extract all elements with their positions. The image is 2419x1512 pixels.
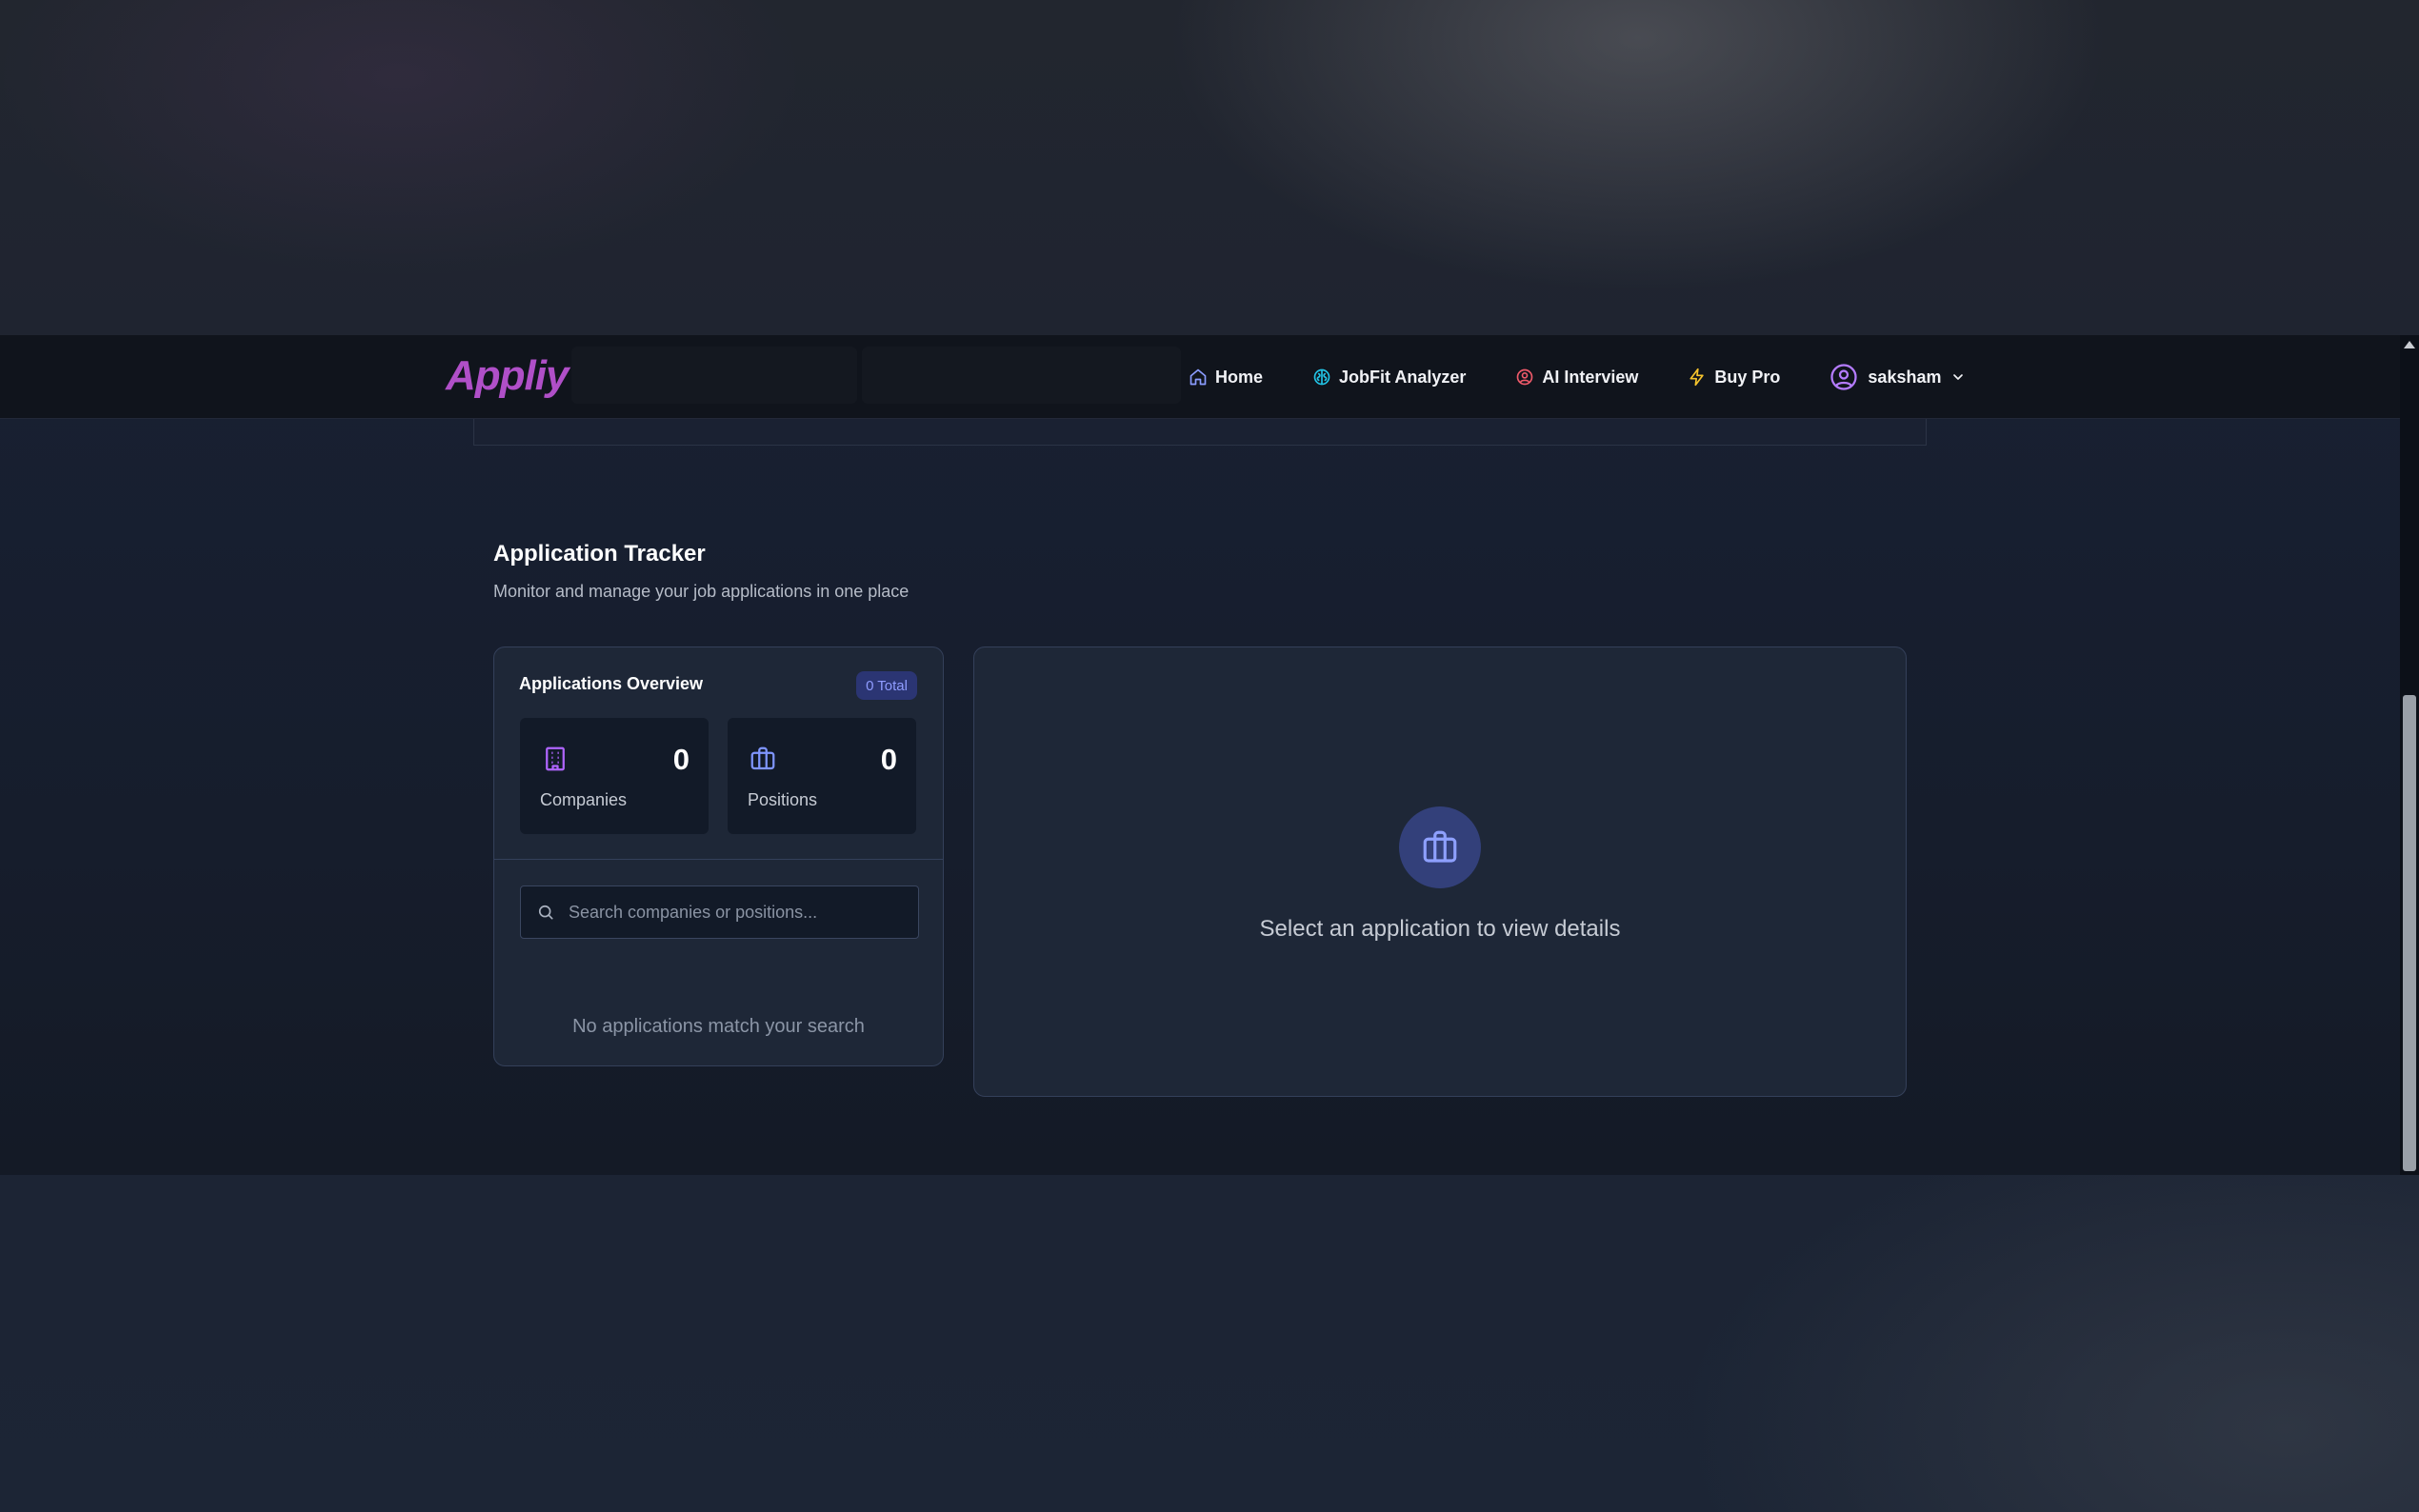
- building-icon: [546, 746, 565, 771]
- no-results-message: No applications match your search: [572, 1016, 865, 1037]
- nav-jobfit-label: JobFit Analyzer: [1339, 367, 1467, 387]
- companies-stat: 0 Companies: [520, 718, 709, 834]
- divider: [494, 859, 943, 860]
- vertical-scrollbar[interactable]: [2400, 335, 2419, 1175]
- positions-label: Positions: [748, 790, 818, 809]
- total-badge: 0 Total: [856, 671, 917, 700]
- page-subtitle: Monitor and manage your job applications…: [493, 582, 910, 601]
- nav-jobfit-analyzer[interactable]: JobFit Analyzer: [1312, 368, 1466, 388]
- brain-icon: [1313, 368, 1330, 386]
- previous-section-panel: [473, 419, 1927, 446]
- app-viewport: Appliy Home JobFit Analyzer AI Interview…: [0, 335, 2419, 1175]
- nav-home-label: Home: [1215, 367, 1264, 387]
- nav-home[interactable]: Home: [1189, 368, 1263, 388]
- user-name: saksham: [1868, 367, 1942, 387]
- search-icon: [538, 905, 553, 920]
- briefcase-icon: [1423, 830, 1457, 863]
- details-empty-message: Select an application to view details: [1259, 916, 1621, 942]
- nav-buy-pro-label: Buy Pro: [1714, 367, 1781, 387]
- application-details-panel: Select an application to view details: [973, 647, 1907, 1097]
- companies-count: 0: [672, 743, 690, 776]
- briefcase-icon: [750, 746, 775, 770]
- faded-nav-area: [571, 347, 857, 404]
- positions-count: 0: [880, 743, 897, 776]
- chevron-down-icon: [1953, 374, 1964, 380]
- home-icon: [1190, 368, 1207, 386]
- positions-stat: 0 Positions: [728, 718, 916, 834]
- main-nav: Home JobFit Analyzer AI Interview Buy Pr…: [1189, 335, 1966, 419]
- brand-logo[interactable]: Appliy: [446, 352, 569, 402]
- details-placeholder-icon: [1399, 806, 1481, 888]
- user-menu[interactable]: saksham: [1829, 363, 1966, 391]
- scroll-thumb[interactable]: [2403, 695, 2416, 1171]
- search-input[interactable]: [569, 902, 918, 923]
- zap-icon: [1689, 368, 1705, 387]
- nav-buy-pro[interactable]: Buy Pro: [1688, 368, 1780, 388]
- overview-title: Applications Overview: [519, 674, 704, 693]
- user-circle-icon: [1830, 364, 1858, 390]
- faded-nav-area: [862, 347, 1181, 404]
- bot-icon: [1517, 368, 1533, 386]
- companies-label: Companies: [540, 790, 628, 809]
- page-title: Application Tracker: [493, 541, 706, 567]
- nav-ai-interview[interactable]: AI Interview: [1515, 368, 1638, 388]
- search-field[interactable]: [520, 885, 919, 939]
- nav-ai-interview-label: AI Interview: [1542, 367, 1639, 387]
- applications-overview-card: Applications Overview 0 Total 0 Companie…: [493, 647, 944, 1066]
- scroll-up-arrow-icon[interactable]: [2404, 341, 2415, 348]
- top-navbar: Appliy Home JobFit Analyzer AI Interview…: [0, 335, 2400, 419]
